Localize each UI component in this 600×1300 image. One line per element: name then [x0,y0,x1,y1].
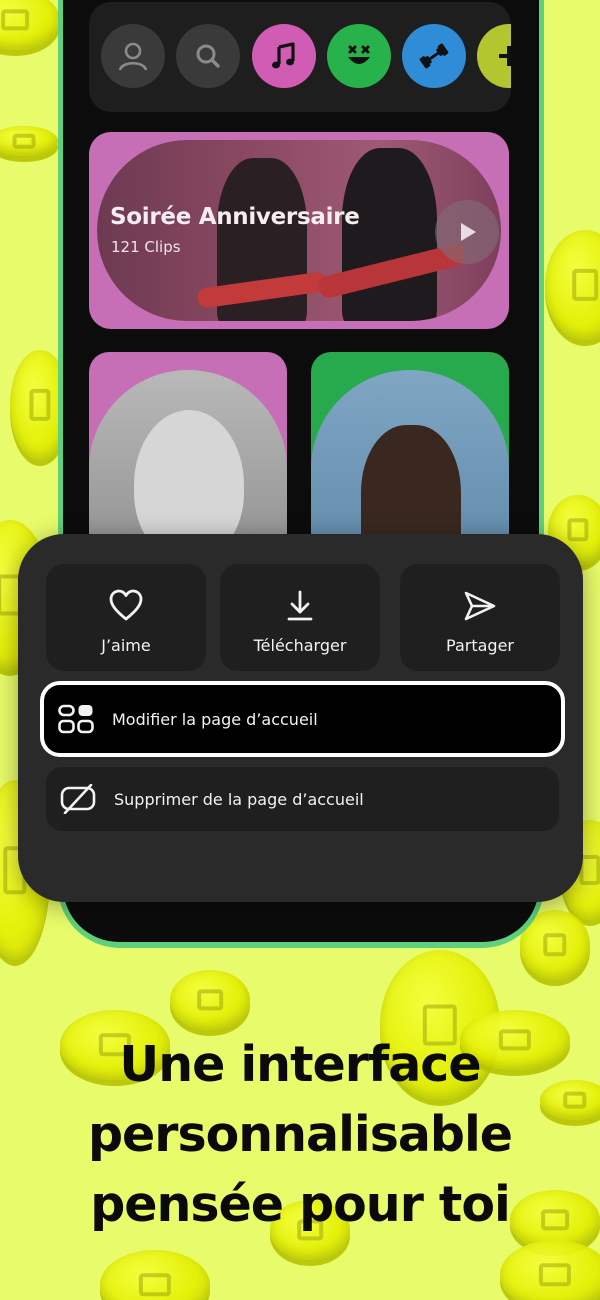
hide-icon [60,784,96,814]
music-category-button[interactable] [252,24,316,88]
smiley-icon [348,45,370,64]
artwork-figure [342,148,437,321]
remove-from-homepage-option[interactable]: Supprimer de la page d’accueil [46,767,559,831]
profile-button[interactable] [101,24,165,88]
download-icon [287,590,313,621]
coin-decoration [0,0,60,50]
coin-decoration [0,126,58,156]
edit-homepage-label: Modifier la page d’accueil [112,709,318,729]
edit-homepage-option[interactable]: Modifier la page d’accueil [40,681,565,757]
play-button[interactable] [435,200,499,264]
search-icon [196,44,220,68]
layout-grid-icon [58,704,94,734]
coin-decoration [170,970,250,1030]
plus-icon [499,46,511,66]
download-button[interactable]: Télécharger [220,564,380,671]
sport-category-button[interactable] [402,24,466,88]
promo-headline: Une interface personnalisable pensée pou… [0,1030,600,1240]
remove-from-homepage-label: Supprimer de la page d’accueil [114,789,364,809]
artwork-face [134,410,244,552]
playlist-card[interactable] [311,352,509,552]
coin-decoration [545,230,600,340]
share-button[interactable]: Partager [400,564,560,671]
category-bar [89,2,511,112]
search-button[interactable] [176,24,240,88]
context-menu-sheet: J’aime Télécharger Partager Modifier la … [18,534,583,902]
music-note-icon [272,42,295,69]
dumbbell-icon [419,43,449,69]
artwork-figure [361,425,461,552]
coin-decoration [500,1240,600,1300]
headline-line: Une interface [119,1036,481,1093]
like-button[interactable]: J’aime [46,564,206,671]
heart-icon [109,589,143,621]
playlist-title: Soirée Anniversaire [110,204,360,230]
coin-decoration [100,1250,210,1300]
playlist-artwork [311,370,509,552]
more-category-button[interactable] [477,24,511,88]
like-label: J’aime [101,636,151,655]
playlist-card[interactable] [89,352,287,552]
headline-line: pensée pour toi [90,1176,511,1233]
featured-playlist-card[interactable]: Soirée Anniversaire 121 Clips [89,132,509,329]
profile-icon [118,42,148,71]
playlist-clip-count: 121 Clips [111,238,181,256]
headline-line: personnalisable [87,1106,513,1163]
playlist-artwork [89,370,287,552]
fun-category-button[interactable] [327,24,391,88]
send-icon [464,591,496,621]
share-label: Partager [446,636,514,655]
play-icon [461,223,476,241]
download-label: Télécharger [253,636,347,655]
